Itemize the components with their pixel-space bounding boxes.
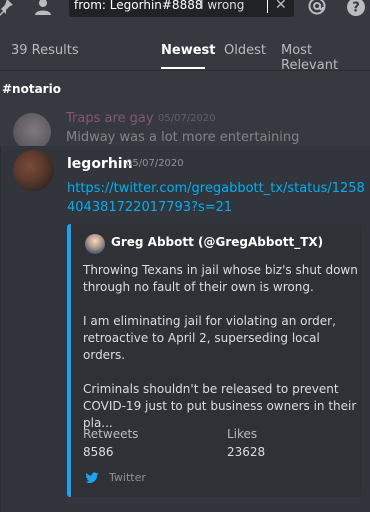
message-author[interactable]: Traps are gay bbox=[66, 111, 154, 126]
active-tab-indicator bbox=[161, 67, 205, 69]
results-count: 39 Results bbox=[11, 43, 79, 58]
embed-author-name[interactable]: Greg Abbott (@GregAbbott_TX) bbox=[111, 235, 323, 249]
message-timestamp: 05/07/2020 bbox=[126, 158, 184, 169]
avatar[interactable] bbox=[13, 150, 54, 191]
clear-search-icon[interactable]: ✕ bbox=[275, 0, 287, 13]
embed-field-name: Retweets bbox=[83, 427, 139, 441]
message-link[interactable]: https://twitter.com/gregabbott_tx/status… bbox=[67, 179, 367, 217]
tab-most-relevant[interactable]: Most Relevant bbox=[281, 43, 370, 73]
embed-field-value: 23628 bbox=[227, 445, 266, 459]
search-results-header: 39 Results Newest Oldest Most Relevant bbox=[0, 33, 370, 73]
tab-oldest[interactable]: Oldest bbox=[224, 43, 266, 58]
embed-paragraph: I am eliminating jail for violating an o… bbox=[83, 314, 336, 362]
text-caret bbox=[267, 0, 268, 13]
tab-newest[interactable]: Newest bbox=[161, 43, 215, 58]
embed-footer-text: Twitter bbox=[109, 471, 146, 484]
embed-field-value: 8586 bbox=[83, 445, 114, 459]
context-message[interactable]: Traps are gay 05/07/2020 Midway was a lo… bbox=[0, 104, 370, 151]
message-text: Midway was a lot more entertaining bbox=[66, 130, 300, 145]
message-timestamp: 05/07/2020 bbox=[158, 113, 216, 124]
twitter-icon bbox=[85, 472, 99, 484]
result-channel-name[interactable]: #notario bbox=[2, 82, 61, 96]
embed-author-avatar bbox=[85, 234, 105, 254]
embed-field-name: Likes bbox=[227, 427, 258, 441]
embed-paragraph: Criminals shouldn't be released to preve… bbox=[83, 382, 357, 430]
message-author[interactable]: legorhin bbox=[67, 156, 133, 172]
help-icon[interactable]: ? bbox=[346, 0, 366, 17]
top-toolbar: from: Legorhin#8888 I wrong ✕ ? bbox=[0, 0, 370, 17]
search-filter-token: from: Legorhin#8888 bbox=[74, 0, 203, 12]
search-result-message[interactable]: legorhin 05/07/2020 https://twitter.com/… bbox=[0, 146, 370, 512]
mentions-icon[interactable] bbox=[307, 0, 327, 16]
search-query-text: I wrong bbox=[200, 0, 245, 12]
embed-description: Throwing Texans in jail whose biz's shut… bbox=[83, 262, 358, 432]
pin-icon[interactable] bbox=[0, 0, 15, 17]
tweet-embed: Greg Abbott (@GregAbbott_TX) Throwing Te… bbox=[67, 224, 362, 497]
embed-paragraph: Throwing Texans in jail whose biz's shut… bbox=[83, 263, 358, 294]
search-input[interactable]: from: Legorhin#8888 I wrong ✕ bbox=[69, 0, 294, 17]
members-icon[interactable] bbox=[33, 0, 53, 17]
svg-text:?: ? bbox=[352, 1, 360, 16]
